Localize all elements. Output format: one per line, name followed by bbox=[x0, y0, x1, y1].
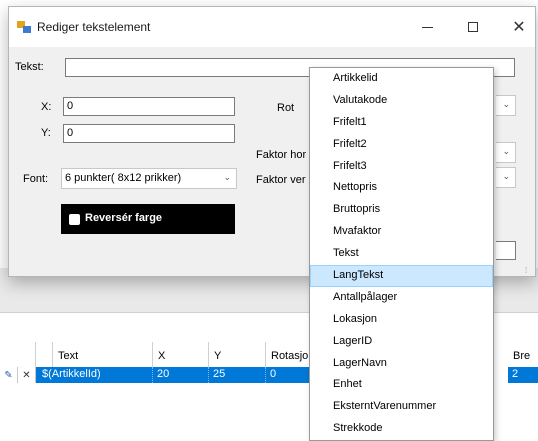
faktor-horisontal-select[interactable]: ⌄ bbox=[496, 142, 516, 163]
list-item[interactable]: Frifelt2 bbox=[310, 134, 493, 156]
list-item[interactable]: LagerNavn bbox=[310, 353, 493, 375]
faktor-vertikal-label: Faktor ver bbox=[256, 174, 306, 186]
maximize-icon bbox=[468, 22, 478, 32]
field-dropdown-list[interactable]: Artikkelid Valutakode Frifelt1 Frifelt2 … bbox=[309, 67, 494, 441]
row-header-corner bbox=[0, 342, 36, 367]
list-item[interactable]: Strekkode bbox=[310, 418, 493, 440]
font-select[interactable]: 6 punkter( 8x12 prikker) ⌄ bbox=[61, 168, 237, 189]
delete-icon[interactable]: ✕ bbox=[18, 367, 36, 383]
app-icon bbox=[17, 21, 31, 33]
list-item[interactable]: Bruttopris bbox=[310, 199, 493, 221]
list-item[interactable]: Nettopris bbox=[310, 177, 493, 199]
checkbox-box[interactable] bbox=[69, 214, 80, 225]
tekst-label: Tekst: bbox=[15, 61, 44, 73]
rotation-label: Rot bbox=[277, 102, 295, 114]
title-bar[interactable]: Rediger tekstelement ✕ bbox=[9, 7, 535, 47]
cell-y[interactable]: 25 bbox=[209, 367, 266, 383]
y-input[interactable]: 0 bbox=[63, 124, 235, 143]
list-item[interactable]: Lokasjon bbox=[310, 309, 493, 331]
resize-grip-icon[interactable]: ⁞ bbox=[525, 266, 533, 275]
list-item[interactable]: EksterntVarenummer bbox=[310, 396, 493, 418]
faktor-horisontal-label: Faktor hor bbox=[256, 149, 307, 161]
list-item[interactable]: LagerID bbox=[310, 331, 493, 353]
minimize-button[interactable] bbox=[404, 7, 450, 47]
close-button[interactable]: ✕ bbox=[496, 7, 538, 47]
header-spacer bbox=[36, 342, 53, 367]
list-item[interactable]: Tekst bbox=[310, 243, 493, 265]
x-input[interactable]: 0 bbox=[63, 97, 235, 116]
font-label: Font: bbox=[23, 173, 49, 185]
cell-text[interactable]: $(ArtikkelId) bbox=[36, 367, 153, 383]
list-item[interactable]: Frifelt3 bbox=[310, 156, 493, 178]
list-item-selected[interactable]: LangTekst bbox=[310, 265, 493, 287]
column-header-x[interactable]: X bbox=[153, 342, 209, 367]
chevron-down-icon: ⌄ bbox=[502, 146, 510, 156]
chevron-down-icon: ⌄ bbox=[502, 99, 510, 109]
window-title: Rediger tekstelement bbox=[37, 20, 151, 34]
list-item[interactable]: Antallpålager bbox=[310, 287, 493, 309]
edit-icon[interactable]: ✎ bbox=[0, 367, 18, 383]
y-label: Y: bbox=[41, 127, 51, 139]
list-item[interactable]: Mvafaktor bbox=[310, 221, 493, 243]
reverse-color-checkbox[interactable]: Reversér farge bbox=[61, 204, 235, 234]
x-label: X: bbox=[41, 101, 52, 113]
list-item[interactable]: Artikkelid bbox=[310, 68, 493, 90]
list-item[interactable]: Frifelt1 bbox=[310, 112, 493, 134]
button-edge[interactable] bbox=[496, 241, 516, 260]
reverse-color-label: Reversér farge bbox=[85, 212, 163, 224]
faktor-vertikal-select[interactable]: ⌄ bbox=[496, 167, 516, 188]
chevron-down-icon: ⌄ bbox=[223, 172, 231, 182]
chevron-down-icon: ⌄ bbox=[502, 171, 510, 181]
cell-bre[interactable]: 2 bbox=[508, 367, 538, 383]
list-item[interactable]: Enhet bbox=[310, 374, 493, 396]
font-select-value: 6 punkter( 8x12 prikker) bbox=[65, 172, 182, 184]
rotation-select[interactable]: ⌄ bbox=[496, 95, 516, 116]
maximize-button[interactable] bbox=[450, 7, 496, 47]
list-item[interactable]: Valutakode bbox=[310, 90, 493, 112]
minimize-icon bbox=[421, 26, 433, 28]
column-header-text[interactable]: Text bbox=[53, 342, 153, 367]
cell-x[interactable]: 20 bbox=[153, 367, 209, 383]
column-header-y[interactable]: Y bbox=[209, 342, 266, 367]
column-header-bre[interactable]: Bre bbox=[508, 342, 538, 367]
